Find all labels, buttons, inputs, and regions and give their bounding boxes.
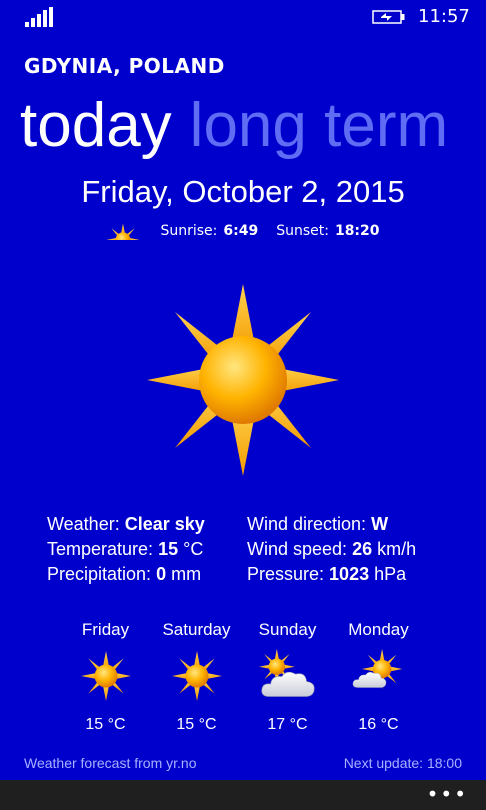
status-time: 11:57 [418, 6, 470, 27]
sun-icon [171, 651, 222, 701]
current-conditions-right: Wind direction: W Wind speed: 26 km/h Pr… [247, 512, 416, 587]
status-bar: 11:57 [0, 0, 486, 36]
sun-times: Sunrise: 6:49 Sunset: 18:20 [0, 222, 486, 240]
forecast-day-name: Sunday [258, 620, 317, 639]
sun-cloud-icon [258, 648, 315, 697]
current-conditions-left: Weather: Clear sky Temperature: 15 °C Pr… [47, 512, 205, 587]
battery-charging-icon [372, 10, 405, 24]
sun-cloud-icon [352, 648, 402, 690]
forecast-day: Saturday 15 °C [151, 620, 242, 734]
more-options-icon[interactable]: ••• [427, 782, 468, 806]
forecast-day-name: Friday [81, 620, 130, 639]
wind-direction-row: Wind direction: W [247, 514, 389, 534]
forecast-day: Friday 15 °C [60, 620, 151, 734]
forecast-temp: 16 °C [358, 716, 399, 733]
signal-strength-icon [25, 7, 53, 27]
sun-icon [147, 284, 339, 476]
forecast-temp: 17 °C [267, 716, 308, 733]
sunrise-value: 6:49 [223, 223, 259, 239]
pressure-value: 1023 [329, 564, 370, 584]
weather-row: Weather: Clear sky [47, 514, 205, 534]
temperature-row: Temperature: 15 °C [47, 539, 204, 559]
precipitation-value: 0 [156, 564, 167, 584]
wind-direction-value: W [371, 514, 389, 534]
sunrise-label: Sunrise: [160, 223, 218, 239]
temperature-value: 15 [158, 539, 179, 559]
forecast-source-link[interactable]: Weather forecast from yr.no [24, 755, 196, 771]
pivot-tab-long-term[interactable]: long term [190, 91, 448, 160]
forecast-temp: 15 °C [176, 716, 217, 733]
forecast-day: Sunday 17 °C [242, 620, 333, 734]
forecast-temp: 15 °C [85, 716, 126, 733]
forecast-day-name: Saturday [162, 620, 231, 639]
daily-forecast: Friday 15 °C Saturday 15 °C Sunday 17 °C… [60, 620, 424, 734]
wind-speed-value: 26 [352, 539, 373, 559]
sunset-value: 18:20 [334, 223, 380, 239]
wind-speed-row: Wind speed: 26 km/h [247, 539, 417, 559]
pivot-tab-today[interactable]: today [20, 91, 172, 160]
pivot-header: today long term [20, 88, 448, 164]
precipitation-row: Precipitation: 0 mm [47, 564, 202, 584]
next-update-text: Next update: 18:00 [343, 755, 462, 771]
app-bar: ••• [0, 780, 486, 810]
sun-icon [80, 651, 131, 701]
forecast-date: Friday, October 2, 2015 [81, 174, 405, 209]
sunrise-icon [107, 223, 140, 240]
location-title: GDYNIA, POLAND [24, 54, 225, 78]
sunset-label: Sunset: [276, 223, 329, 239]
weather-value: Clear sky [124, 514, 205, 534]
forecast-day: Monday 16 °C [333, 620, 424, 734]
forecast-day-name: Monday [348, 620, 409, 639]
pressure-row: Pressure: 1023 hPa [247, 564, 407, 584]
